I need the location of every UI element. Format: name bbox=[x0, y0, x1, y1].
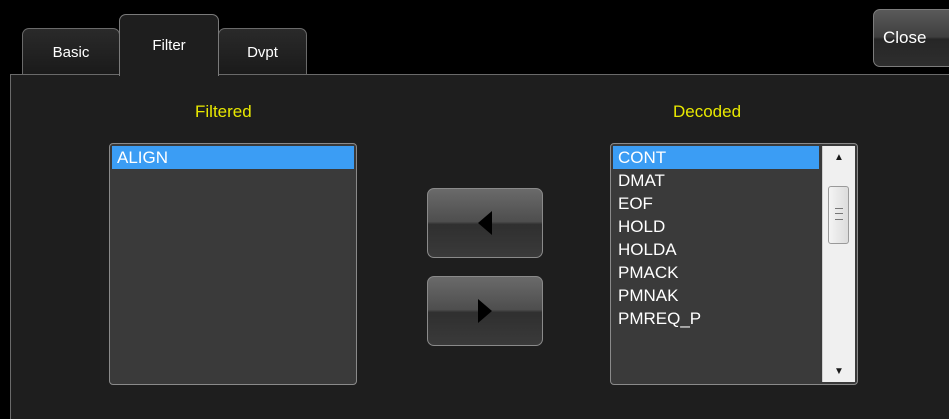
tab-label: Dvpt bbox=[247, 43, 278, 61]
filter-dialog: Basic Filter Dvpt Close Filtered Decoded… bbox=[0, 0, 949, 419]
list-item[interactable]: HOLD bbox=[613, 215, 819, 238]
tab-dvpt[interactable]: Dvpt bbox=[218, 28, 307, 75]
tab-label: Filter bbox=[152, 37, 186, 54]
triangle-left-icon bbox=[478, 211, 492, 235]
decoded-list[interactable]: CONT DMAT EOF HOLD HOLDA PMACK PMNAK PMR… bbox=[610, 143, 858, 385]
triangle-right-icon bbox=[478, 299, 492, 323]
filtered-heading: Filtered bbox=[195, 102, 252, 121]
close-button[interactable]: Close bbox=[873, 9, 949, 67]
scroll-down-icon[interactable]: ▼ bbox=[823, 360, 855, 382]
move-to-decoded-button[interactable] bbox=[427, 276, 543, 346]
list-item[interactable]: EOF bbox=[613, 192, 819, 215]
grip-icon bbox=[835, 208, 843, 220]
list-item[interactable]: DMAT bbox=[613, 169, 819, 192]
scroll-up-icon[interactable]: ▲ bbox=[823, 146, 855, 168]
move-to-filtered-button[interactable] bbox=[427, 188, 543, 258]
list-item[interactable]: HOLDA bbox=[613, 238, 819, 261]
filtered-list[interactable]: ALIGN bbox=[109, 143, 357, 385]
decoded-list-scrollbar[interactable]: ▲ ▼ bbox=[822, 146, 855, 382]
tab-basic[interactable]: Basic bbox=[22, 28, 120, 75]
tab-filter[interactable]: Filter bbox=[119, 14, 219, 76]
list-item[interactable]: ALIGN bbox=[112, 146, 354, 169]
decoded-heading: Decoded bbox=[673, 102, 742, 121]
list-item[interactable]: PMNAK bbox=[613, 284, 819, 307]
scroll-thumb[interactable] bbox=[828, 186, 849, 244]
list-item[interactable]: CONT bbox=[613, 146, 819, 169]
list-item[interactable]: PMREQ_P bbox=[613, 307, 819, 330]
tab-label: Basic bbox=[52, 43, 90, 61]
close-button-label: Close bbox=[883, 28, 927, 47]
list-item[interactable]: PMACK bbox=[613, 261, 819, 284]
